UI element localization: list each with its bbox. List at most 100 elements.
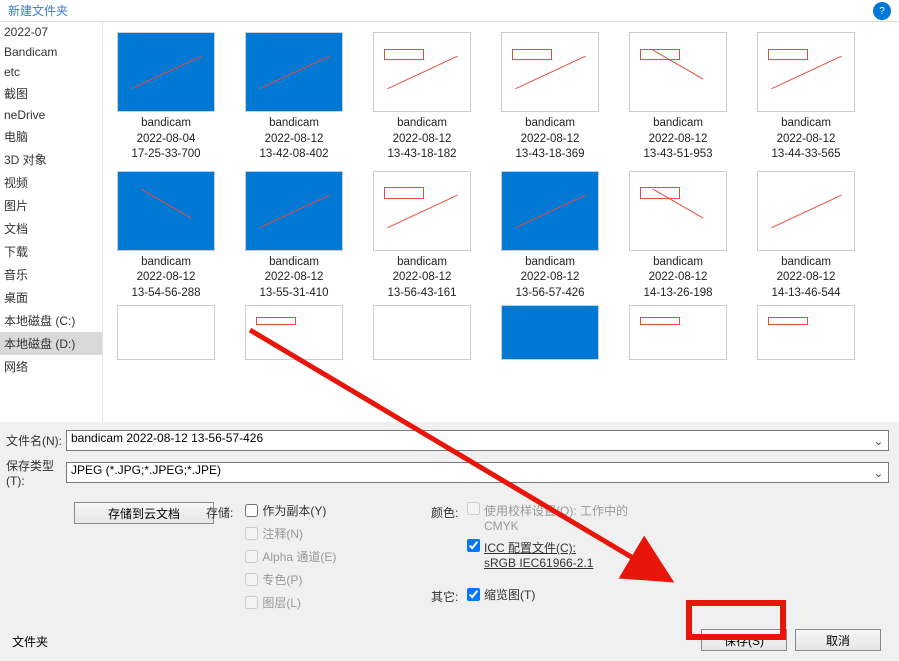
file-thumbnail[interactable]: bandicam2022-08-1213-56-43-161	[367, 171, 477, 302]
alpha-label: Alpha 通道(E)	[262, 548, 336, 565]
thumbnail-label: 缩览图(T)	[484, 586, 535, 603]
sidebar-item[interactable]: 电脑	[0, 125, 102, 148]
thumbnail-preview	[373, 305, 471, 360]
thumbnail-preview	[117, 32, 215, 112]
file-thumbnail[interactable]: bandicam2022-08-1213-56-57-426	[495, 171, 605, 302]
thumbnail-preview	[117, 305, 215, 360]
file-thumbnail[interactable]: bandicam2022-08-1213-55-31-410	[239, 171, 349, 302]
filename-input[interactable]: bandicam 2022-08-12 13-56-57-426 ⌄	[66, 430, 889, 451]
layers-label: 图层(L)	[262, 594, 301, 611]
thumbnail-preview	[245, 305, 343, 360]
thumbnail-preview	[629, 305, 727, 360]
file-thumbnail[interactable]: bandicam2022-08-1213-42-08-402	[239, 32, 349, 163]
thumbnail-preview	[757, 305, 855, 360]
thumbnail-caption: bandicam2022-08-1213-43-18-369	[515, 116, 584, 163]
thumbnail-caption: bandicam2022-08-1213-43-18-182	[387, 116, 456, 163]
bottom-bar: 文件夹 保存(S) 取消	[0, 621, 899, 661]
color-group-label: 颜色:	[431, 502, 467, 576]
thumbnail-caption: bandicam2022-08-1213-43-51-953	[643, 116, 712, 163]
sidebar-item[interactable]: 网络	[0, 355, 102, 378]
thumbnail-preview	[373, 32, 471, 112]
thumbnail-preview	[501, 171, 599, 251]
thumbnail-preview	[501, 32, 599, 112]
sidebar-item[interactable]: 桌面	[0, 286, 102, 309]
alpha-checkbox	[245, 550, 258, 563]
file-grid[interactable]: bandicam2022-08-0417-25-33-700 bandicam20…	[103, 22, 899, 422]
proof-label: 使用校样设置(O): 工作中的 CMYK	[484, 502, 654, 533]
thumbnail-preview	[245, 171, 343, 251]
thumbnail-checkbox[interactable]	[467, 588, 480, 601]
thumbnail-caption: bandicam2022-08-1213-42-08-402	[259, 116, 328, 163]
annot-label: 注释(N)	[262, 525, 303, 542]
file-thumbnail[interactable]: bandicam2022-08-1213-44-33-565	[751, 32, 861, 163]
sidebar-item[interactable]: Bandicam	[0, 42, 102, 62]
file-thumbnail[interactable]: bandicam2022-08-1213-54-56-288	[111, 171, 221, 302]
sidebar-item[interactable]: 2022-07	[0, 22, 102, 42]
icc-link[interactable]: ICC 配置文件(C):sRGB IEC61966-2.1	[484, 539, 593, 570]
thumbnail-preview	[117, 171, 215, 251]
toolbar: 新建文件夹 ?	[0, 0, 899, 22]
thumbnail-preview	[629, 171, 727, 251]
new-folder-label[interactable]: 新建文件夹	[8, 2, 68, 19]
filetype-label: 保存类型(T):	[6, 457, 66, 488]
sidebar-item[interactable]: 3D 对象	[0, 148, 102, 171]
file-thumbnail[interactable]: bandicam2022-08-0417-25-33-700	[111, 32, 221, 163]
save-button[interactable]: 保存(S)	[701, 629, 787, 651]
sidebar-item[interactable]: neDrive	[0, 105, 102, 125]
thumbnail-preview	[501, 305, 599, 360]
spot-checkbox	[245, 573, 258, 586]
help-icon[interactable]: ?	[873, 2, 891, 20]
folder-status-label: 文件夹	[12, 633, 48, 650]
thumbnail-preview	[629, 32, 727, 112]
proof-checkbox	[467, 502, 480, 515]
file-thumbnail[interactable]	[623, 305, 733, 364]
file-thumbnail[interactable]	[495, 305, 605, 364]
form-area: 文件名(N): bandicam 2022-08-12 13-56-57-426…	[0, 422, 899, 496]
spot-label: 专色(P)	[262, 571, 302, 588]
nav-tree[interactable]: 2022-07Bandicametc截图neDrive电脑3D 对象视频图片文档…	[0, 22, 103, 422]
chevron-down-icon[interactable]: ⌄	[871, 433, 886, 448]
file-thumbnail[interactable]: bandicam2022-08-1213-43-18-182	[367, 32, 477, 163]
sidebar-item[interactable]: etc	[0, 62, 102, 82]
sidebar-item[interactable]: 文档	[0, 217, 102, 240]
thumbnail-caption: bandicam2022-08-1213-56-43-161	[387, 255, 456, 302]
annot-checkbox	[245, 527, 258, 540]
file-thumbnail[interactable]	[367, 305, 477, 364]
thumbnail-preview	[757, 171, 855, 251]
file-thumbnail[interactable]: bandicam2022-08-1213-43-18-369	[495, 32, 605, 163]
sidebar-item[interactable]: 视频	[0, 171, 102, 194]
sidebar-item[interactable]: 图片	[0, 194, 102, 217]
thumbnail-caption: bandicam2022-08-1214-13-26-198	[643, 255, 712, 302]
thumbnail-preview	[757, 32, 855, 112]
thumbnail-preview	[373, 171, 471, 251]
thumbnail-caption: bandicam2022-08-0417-25-33-700	[131, 116, 200, 163]
save-to-cloud-button[interactable]: 存储到云文档	[74, 502, 214, 524]
store-group-label: 存储:	[206, 502, 242, 521]
file-thumbnail[interactable]	[239, 305, 349, 364]
file-thumbnail[interactable]	[751, 305, 861, 364]
thumbnail-caption: bandicam2022-08-1213-54-56-288	[131, 255, 200, 302]
icc-checkbox[interactable]	[467, 539, 480, 552]
options-area: 存储到云文档 存储: 作为副本(Y) 注释(N) Alpha 通道(E) 专色(…	[0, 496, 899, 627]
thumbnail-caption: bandicam2022-08-1213-56-57-426	[515, 255, 584, 302]
file-thumbnail[interactable]: bandicam2022-08-1214-13-46-544	[751, 171, 861, 302]
filename-label: 文件名(N):	[6, 432, 66, 449]
sidebar-item[interactable]: 下载	[0, 240, 102, 263]
thumbnail-caption: bandicam2022-08-1214-13-46-544	[771, 255, 840, 302]
layers-checkbox	[245, 596, 258, 609]
filetype-select[interactable]: JPEG (*.JPG;*.JPEG;*.JPE) ⌄	[66, 462, 889, 483]
sidebar-item[interactable]: 截图	[0, 82, 102, 105]
file-thumbnail[interactable]: bandicam2022-08-1213-43-51-953	[623, 32, 733, 163]
as-copy-checkbox[interactable]	[245, 504, 258, 517]
sidebar-item[interactable]: 本地磁盘 (C:)	[0, 309, 102, 332]
sidebar-item[interactable]: 音乐	[0, 263, 102, 286]
cancel-button[interactable]: 取消	[795, 629, 881, 651]
chevron-down-icon[interactable]: ⌄	[871, 465, 886, 480]
other-group-label: 其它:	[431, 586, 467, 609]
file-thumbnail[interactable]: bandicam2022-08-1214-13-26-198	[623, 171, 733, 302]
file-thumbnail[interactable]	[111, 305, 221, 364]
thumbnail-caption: bandicam2022-08-1213-44-33-565	[771, 116, 840, 163]
thumbnail-preview	[245, 32, 343, 112]
sidebar-item[interactable]: 本地磁盘 (D:)	[0, 332, 102, 355]
thumbnail-caption: bandicam2022-08-1213-55-31-410	[259, 255, 328, 302]
